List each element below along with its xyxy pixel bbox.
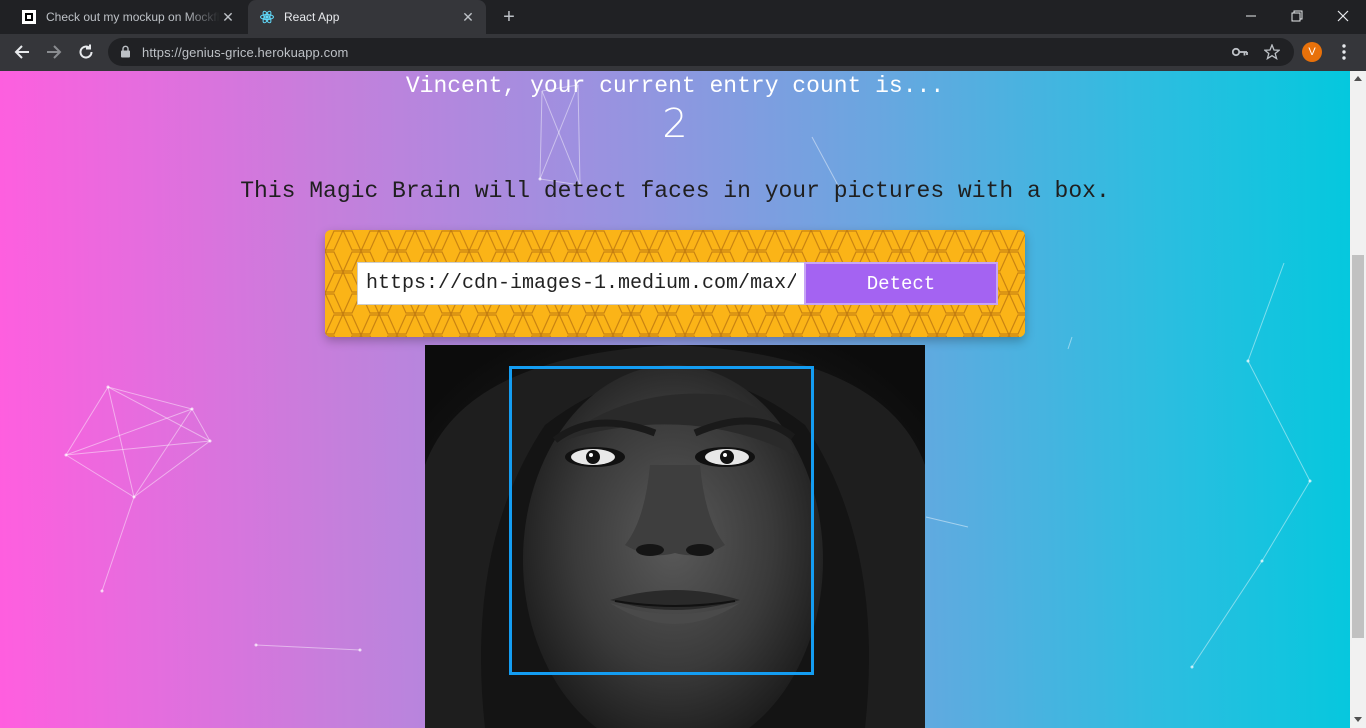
image-link-form: Detect <box>325 230 1025 337</box>
address-bar[interactable]: https://genius-grice.herokuapp.com <box>108 38 1294 66</box>
page-scrollbar[interactable] <box>1350 71 1366 728</box>
back-arrow-icon[interactable] <box>8 38 36 66</box>
more-menu-icon[interactable] <box>1334 42 1354 62</box>
entry-count: 2 <box>662 101 688 147</box>
react-icon <box>260 10 274 24</box>
tab-mockflow[interactable]: Check out my mockup on Mockflow ✕ <box>10 0 246 34</box>
forward-arrow-icon[interactable] <box>40 38 68 66</box>
window-close-icon[interactable] <box>1320 0 1366 32</box>
tab-strip: Check out my mockup on Mockflow ✕ React … <box>0 0 1366 34</box>
app-description: This Magic Brain will detect faces in yo… <box>240 178 1110 204</box>
lock-icon[interactable] <box>120 45 131 63</box>
image-url-input[interactable] <box>357 262 805 305</box>
reload-icon[interactable] <box>72 38 100 66</box>
avatar[interactable]: V <box>1302 42 1322 62</box>
face-image <box>425 345 925 728</box>
tab-title: Check out my mockup on Mockflow <box>46 10 220 24</box>
new-tab-button[interactable]: + <box>498 6 520 28</box>
scrollbar-thumb[interactable] <box>1352 255 1364 638</box>
key-icon[interactable] <box>1232 44 1248 60</box>
mockflow-icon <box>22 10 36 24</box>
detect-button[interactable]: Detect <box>804 262 998 305</box>
url-text[interactable]: https://genius-grice.herokuapp.com <box>142 45 348 60</box>
close-icon[interactable]: ✕ <box>460 9 476 25</box>
scroll-down-icon[interactable] <box>1354 717 1362 722</box>
tab-title: React App <box>284 10 340 24</box>
restore-icon[interactable] <box>1274 0 1320 32</box>
face-bounding-box <box>509 366 814 675</box>
tab-react-app[interactable]: React App ✕ <box>248 0 486 34</box>
browser-toolbar: https://genius-grice.herokuapp.com V <box>0 34 1366 71</box>
entry-count-greeting: Vincent, your current entry count is... <box>405 73 945 99</box>
scroll-up-icon[interactable] <box>1354 76 1362 81</box>
minimize-icon[interactable] <box>1228 0 1274 32</box>
page-content: Vincent, your current entry count is... … <box>0 71 1350 728</box>
bookmark-star-icon[interactable] <box>1264 44 1280 60</box>
close-icon[interactable]: ✕ <box>220 9 236 25</box>
